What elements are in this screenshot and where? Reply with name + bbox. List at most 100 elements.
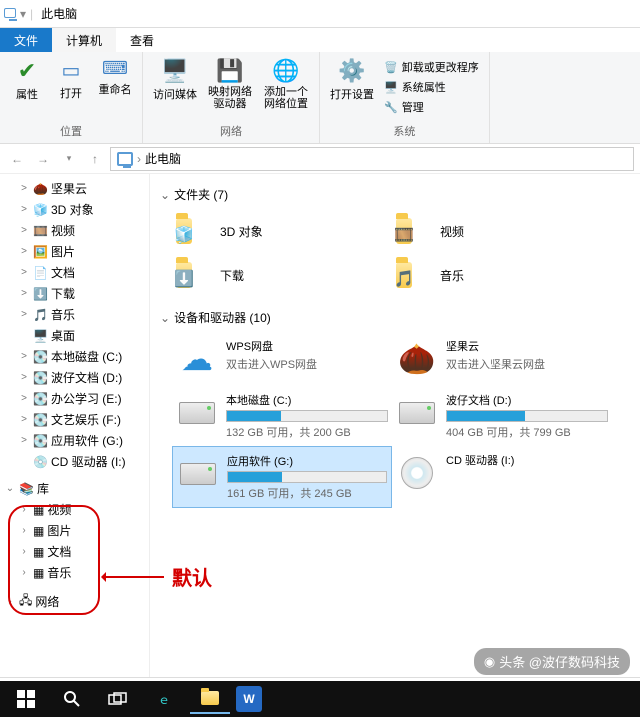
open-settings-button[interactable]: ⚙️ 打开设置 (328, 56, 376, 116)
tab-computer[interactable]: 计算机 (52, 28, 116, 52)
qat-icon[interactable]: ▾ (20, 7, 26, 21)
tree-label: 文档 (47, 543, 71, 560)
section-drives[interactable]: ⌄ 设备和驱动器 (10) (154, 305, 636, 330)
expand-icon[interactable]: › (18, 567, 30, 579)
map-drive-button[interactable]: 💾 映射网络驱动器 (205, 56, 255, 112)
tree-label: 坚果云 (51, 180, 87, 197)
drive-item[interactable]: 🌰 坚果云 双击进入坚果云网盘 (392, 332, 612, 386)
folder-item[interactable]: 🎞️ 视频 (392, 209, 612, 253)
folder-item[interactable]: 🧊 3D 对象 (172, 209, 392, 253)
capacity-bar (227, 471, 387, 483)
sysprops-button[interactable]: 🖥️系统属性 (382, 78, 481, 96)
tree-item[interactable]: > 💽 本地磁盘 (C:) (0, 346, 149, 367)
wps-button[interactable]: W (236, 686, 262, 712)
edge-button[interactable]: ｅ (144, 684, 184, 714)
expand-icon[interactable]: › (18, 504, 30, 516)
tree-item[interactable]: > 📄 文档 (0, 262, 149, 283)
tree-item[interactable]: > 🎞️ 视频 (0, 220, 149, 241)
tree-item[interactable]: > 💽 应用软件 (G:) (0, 430, 149, 451)
lib-icon: ▦ (33, 566, 44, 580)
expand-icon[interactable]: ⌄ (4, 483, 16, 495)
watermark-icon: ◉ (484, 654, 495, 670)
drive-subtext: 双击进入WPS网盘 (226, 356, 388, 372)
drive-label: 应用软件 (G:) (227, 453, 387, 469)
drive-item[interactable]: ☁ WPS网盘 双击进入WPS网盘 (172, 332, 392, 386)
music-icon: 🎵 (396, 257, 432, 293)
search-button[interactable] (52, 684, 92, 714)
uninstall-button[interactable]: 🗑️卸载或更改程序 (382, 58, 481, 76)
expand-icon[interactable]: > (18, 372, 30, 384)
tree-item[interactable]: 🖥️ 桌面 (0, 325, 149, 346)
tree-label: 波仔文档 (D:) (51, 369, 122, 386)
group-location-label: 位置 (8, 123, 134, 139)
tree-item[interactable]: > 💽 办公学习 (E:) (0, 388, 149, 409)
tree-library-item[interactable]: › ▦ 图片 (0, 520, 149, 541)
drive-icon: 💽 (33, 392, 48, 406)
folder-item[interactable]: 🎵 音乐 (392, 253, 612, 297)
expand-icon[interactable]: > (18, 309, 30, 321)
tree-item[interactable]: 💿 CD 驱动器 (I:) (0, 451, 149, 472)
expand-icon[interactable] (18, 456, 30, 468)
properties-button[interactable]: ✔ 属性 (8, 56, 46, 104)
tree-item[interactable]: > ⬇️ 下载 (0, 283, 149, 304)
address-path[interactable]: › 此电脑 (110, 147, 634, 171)
drive-item[interactable]: 本地磁盘 (C:) 132 GB 可用，共 200 GB (172, 386, 392, 446)
tree-library-item[interactable]: › ▦ 文档 (0, 541, 149, 562)
disk-icon (177, 453, 219, 495)
tree-library-item[interactable]: › ▦ 视频 (0, 499, 149, 520)
tree-library[interactable]: ⌄ 📚库 (0, 478, 149, 499)
tab-file[interactable]: 文件 (0, 28, 52, 52)
tree-label: 音乐 (51, 306, 75, 323)
up-button[interactable]: ↑ (84, 148, 106, 170)
expand-icon[interactable]: > (18, 288, 30, 300)
tree-item[interactable]: > 🧊 3D 对象 (0, 199, 149, 220)
media-button[interactable]: 🖥️ 访问媒体 (151, 56, 199, 112)
open-icon: ▭ (62, 58, 81, 83)
expand-icon[interactable]: > (18, 204, 30, 216)
doc-icon: 📄 (33, 266, 48, 280)
tree-library-item[interactable]: › ▦ 音乐 (0, 562, 149, 583)
pc-icon (117, 152, 133, 166)
start-button[interactable] (6, 684, 46, 714)
forward-button[interactable]: → (32, 148, 54, 170)
expand-icon[interactable]: › (18, 546, 30, 558)
expand-icon[interactable]: > (18, 393, 30, 405)
expand-icon[interactable]: > (18, 225, 30, 237)
add-location-button[interactable]: 🌐 添加一个网络位置 (261, 56, 311, 112)
section-folders[interactable]: ⌄ 文件夹 (7) (154, 182, 636, 207)
expand-icon[interactable]: > (18, 351, 30, 363)
tab-view[interactable]: 查看 (116, 28, 168, 52)
rename-button[interactable]: ⌨ 重命名 (96, 56, 134, 104)
lib-icon: ▦ (33, 503, 44, 517)
expand-icon[interactable]: › (4, 596, 16, 608)
tree-item[interactable]: > 💽 波仔文档 (D:) (0, 367, 149, 388)
expand-icon[interactable] (18, 330, 30, 342)
drive-item[interactable]: 波仔文档 (D:) 404 GB 可用，共 799 GB (392, 386, 612, 446)
video-icon: 🎞️ (33, 224, 48, 238)
breadcrumb[interactable]: 此电脑 (145, 150, 181, 167)
back-button[interactable]: ← (6, 148, 28, 170)
manage-icon: 🔧 (384, 101, 398, 114)
tree-item[interactable]: > 🌰 坚果云 (0, 178, 149, 199)
manage-button[interactable]: 🔧管理 (382, 98, 481, 116)
chevron-down-icon: ⌄ (160, 311, 170, 325)
folder-item[interactable]: ⬇️ 下载 (172, 253, 392, 297)
expand-icon[interactable]: > (18, 435, 30, 447)
taskview-button[interactable] (98, 684, 138, 714)
tree-network[interactable]: › 🖧网络 (0, 589, 149, 614)
drive-item[interactable]: CD 驱动器 (I:) (392, 446, 612, 508)
expand-icon[interactable]: > (18, 414, 30, 426)
recent-dropdown[interactable]: ▾ (58, 148, 80, 170)
expand-icon[interactable]: › (18, 525, 30, 537)
open-button[interactable]: ▭ 打开 (52, 56, 90, 104)
expand-icon[interactable]: > (18, 246, 30, 258)
expand-icon[interactable]: > (18, 267, 30, 279)
tree-item[interactable]: > 💽 文艺娱乐 (F:) (0, 409, 149, 430)
cd-icon (396, 452, 438, 494)
tree-item[interactable]: > 🖼️ 图片 (0, 241, 149, 262)
tree-item[interactable]: > 🎵 音乐 (0, 304, 149, 325)
expand-icon[interactable]: > (18, 183, 30, 195)
drive-subtext: 双击进入坚果云网盘 (446, 356, 608, 372)
drive-item[interactable]: 应用软件 (G:) 161 GB 可用，共 245 GB (172, 446, 392, 508)
explorer-button[interactable] (190, 684, 230, 714)
